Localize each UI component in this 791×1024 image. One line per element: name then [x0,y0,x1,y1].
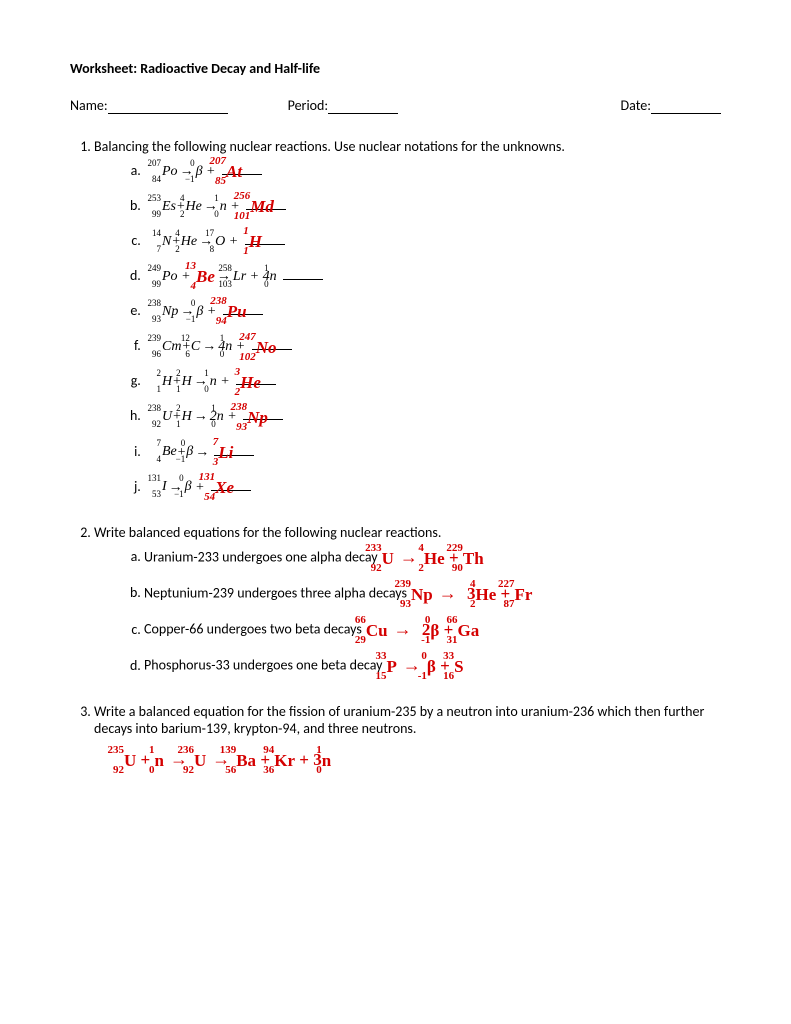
handwritten-answer: 247102No [256,336,277,357]
equation-text: 23996Cm+126C→410n + 247102No [162,339,314,354]
name-field: Name: [70,97,228,114]
q2-item-text: Neptunium-239 undergoes three alpha deca… [144,584,407,601]
q1-item: 24999Po + 134Be→258103Lr + 410n [144,266,721,287]
equation-text: 23893Np→0−1β + 23894Pu [162,304,285,319]
q1-item: 23893Np→0−1β + 23894Pu [144,301,721,322]
q1-item: 20784Po→0−1β + 20785At [144,161,721,182]
handwritten-answer: 6629Cu→ 20-1β + 6631Ga [366,619,479,641]
equation-text: 25399Es+42He→10n + 256101Md [162,199,312,214]
handwritten-answer: 134Be [196,266,215,287]
q1-item: 21H+21H→10n + 32He [144,372,721,393]
q2-item: Neptunium-239 undergoes three alpha deca… [144,583,721,605]
handwritten-answer: 23893Np [247,407,268,428]
equation-text: 21H+21H→10n + 32He [162,374,299,389]
equation-text: 23892U+21H→210n + 23893Np [162,409,306,424]
worksheet-title: Worksheet: Radioactive Decay and Half-li… [70,60,721,77]
q2-item: Phosphorus-33 undergoes one beta decay33… [144,655,721,677]
handwritten-answer: 13154Xe [215,477,234,498]
q1-prompt: Balancing the following nuclear reaction… [94,138,565,155]
date-label: Date: [621,97,651,114]
period-blank[interactable] [328,99,398,114]
question-1: Balancing the following nuclear reaction… [94,138,721,498]
equation-text: 147N+42He→178O + 11H [162,234,300,249]
handwritten-answer: 11H [249,231,262,252]
question-3: Write a balanced equation for the fissio… [94,703,721,771]
date-blank[interactable] [651,99,721,114]
q1-item: 25399Es+42He→10n + 256101Md [144,196,721,217]
question-2: Write balanced equations for the followi… [94,524,721,677]
handwritten-answer: 23993Np→ 342He + 22787Fr [411,583,532,605]
question-list: Balancing the following nuclear reaction… [70,138,721,771]
q1-item: 13153I→0−1β + 13154Xe [144,477,721,498]
period-field: Period: [288,97,399,114]
q2-item-text: Phosphorus-33 undergoes one beta decay [144,657,383,674]
q2-item: Uranium-233 undergoes one alpha decay233… [144,547,721,569]
date-field: Date: [621,97,721,114]
q3-answer: 23592U + 10n→23692U→13956Ba + 9436Kr + 3… [94,749,721,771]
q2-item-text: Copper-66 undergoes two beta decays [144,621,362,638]
name-label: Name: [70,97,108,114]
equation-text: 74Be+0−1β→73Li [162,445,271,460]
q2-item: Copper-66 undergoes two beta decays6629C… [144,619,721,641]
equation-text: 24999Po + 134Be→258103Lr + 410n [162,269,323,284]
q1-item: 147N+42He→178O + 11H [144,231,721,252]
q2-item-text: Uranium-233 undergoes one alpha decay [144,548,378,565]
period-label: Period: [288,97,329,114]
q1-sublist: 20784Po→0−1β + 20785At 25399Es+42He→10n +… [94,161,721,498]
name-blank[interactable] [108,99,228,114]
equation-text: 13153I→0−1β + 13154Xe [162,480,272,495]
handwritten-answer: 20785At [226,161,242,182]
handwritten-answer: 3315P→0-1β + 3316S [387,655,464,677]
q1-item: 74Be+0−1β→73Li [144,442,721,463]
equation-text: 20784Po→0−1β + 20785At [162,164,280,179]
handwritten-answer: 32He [240,372,261,393]
handwritten-answer: 23392U→42He + 22990Th [382,547,484,569]
q2-sublist: Uranium-233 undergoes one alpha decay233… [94,547,721,677]
header-row: Name: Period: Date: [70,97,721,114]
q1-item: 23996Cm+126C→410n + 247102No [144,336,721,357]
q1-item: 23892U+21H→210n + 23893Np [144,407,721,428]
q3-prompt: Write a balanced equation for the fissio… [94,703,704,737]
handwritten-answer: 73Li [218,442,233,463]
q2-prompt: Write balanced equations for the followi… [94,524,441,541]
handwritten-answer: 256101Md [250,196,274,217]
handwritten-answer: 23894Pu [227,301,247,322]
